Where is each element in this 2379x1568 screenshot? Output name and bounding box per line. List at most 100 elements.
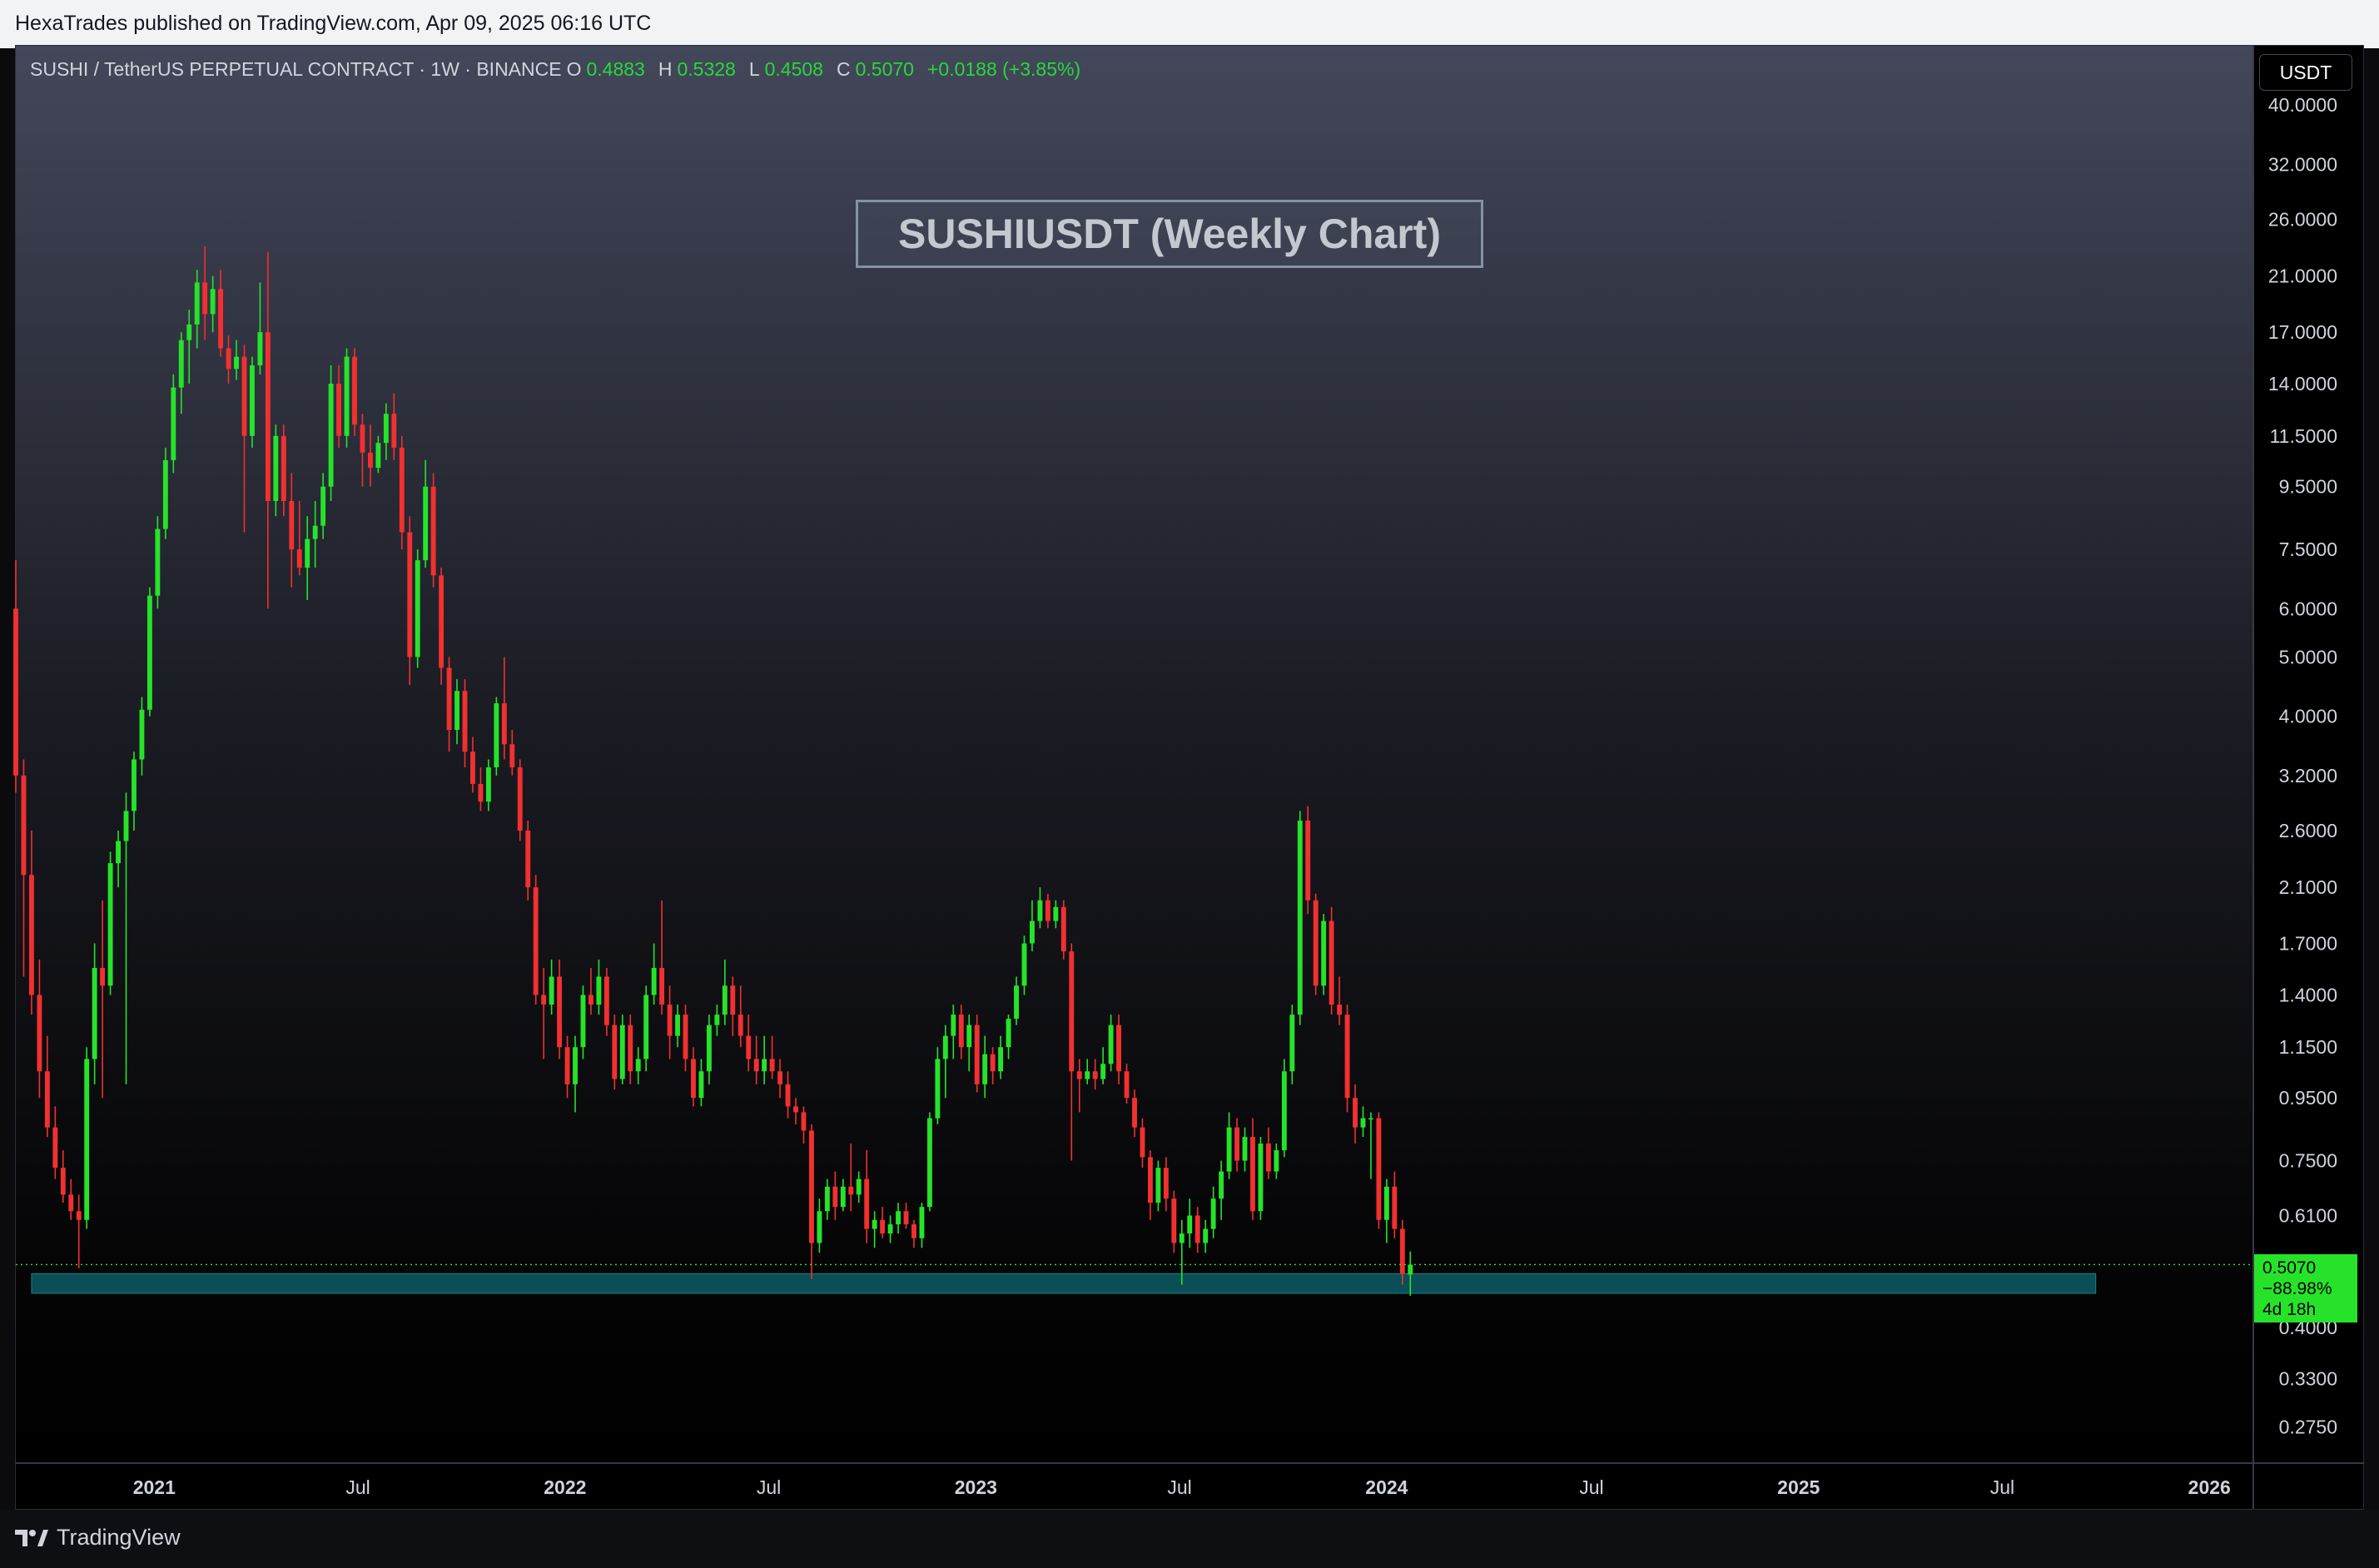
candle-body <box>305 538 310 568</box>
currency-button[interactable]: USDT <box>2259 54 2352 91</box>
candle[interactable] <box>352 348 357 436</box>
candle-body <box>1100 1064 1106 1079</box>
candle[interactable] <box>643 985 649 1072</box>
y-tick-label: 32.0000 <box>2268 153 2337 175</box>
candle-body <box>856 1178 862 1195</box>
y-tick-label: 0.3300 <box>2279 1367 2337 1389</box>
y-tick-label: 0.7500 <box>2279 1150 2337 1172</box>
candle-body <box>533 887 539 995</box>
candle-body <box>903 1211 909 1225</box>
candle-body <box>186 324 192 340</box>
candle[interactable] <box>147 587 152 717</box>
candle-body <box>714 1015 720 1025</box>
candle[interactable] <box>250 356 255 448</box>
candle[interactable] <box>328 365 334 501</box>
x-tick-label: 2026 <box>2188 1476 2231 1498</box>
candle-body <box>809 1130 814 1243</box>
candle[interactable] <box>1297 811 1303 1025</box>
candle[interactable] <box>1305 806 1311 915</box>
candle[interactable] <box>612 1015 618 1090</box>
candle-body <box>344 356 350 436</box>
candle-body <box>557 976 563 1048</box>
candle-body <box>1226 1127 1232 1172</box>
candle-body <box>848 1186 854 1195</box>
candle[interactable] <box>517 759 523 841</box>
tradingview-brand: TradingView <box>57 1525 181 1550</box>
candle[interactable] <box>1313 893 1319 995</box>
candle-body <box>817 1211 822 1243</box>
high-value: 0.5328 <box>677 58 736 80</box>
candle[interactable] <box>974 1015 980 1093</box>
candle-body <box>596 976 602 1005</box>
candle-body <box>241 356 247 436</box>
candle-body <box>1076 1071 1082 1079</box>
candle-body <box>998 1047 1004 1072</box>
y-tick-label: 6.0000 <box>2279 598 2337 619</box>
candle-body <box>100 968 106 986</box>
candle[interactable] <box>430 473 436 588</box>
candle-body <box>226 348 231 370</box>
candle[interactable] <box>84 1047 90 1229</box>
candle[interactable] <box>155 516 161 609</box>
candle[interactable] <box>926 1112 932 1212</box>
candle-body <box>1234 1127 1239 1161</box>
candle[interactable] <box>1376 1112 1382 1229</box>
x-tick-label: Jul <box>1990 1476 2014 1498</box>
y-tick-label: 1.4000 <box>2279 984 2337 1005</box>
candle-body <box>982 1054 988 1084</box>
candle-body <box>525 831 531 888</box>
candle-body <box>210 289 216 315</box>
candle-body <box>202 282 208 315</box>
candle[interactable] <box>1329 906 1334 1015</box>
candle[interactable] <box>162 447 168 539</box>
candle-body <box>273 435 279 501</box>
candle[interactable] <box>1344 1005 1350 1113</box>
candle[interactable] <box>1281 1059 1287 1158</box>
candle-body <box>573 1047 578 1084</box>
candle-body <box>296 549 302 568</box>
candle[interactable] <box>415 549 420 668</box>
support-zone[interactable] <box>31 1273 2097 1294</box>
y-tick-label: 0.2750 <box>2279 1417 2337 1438</box>
candle-body <box>1187 1215 1193 1234</box>
y-tick-label: 3.2000 <box>2279 765 2337 786</box>
tradingview-logo[interactable]: TradingView <box>15 1525 181 1551</box>
x-tick-label: Jul <box>345 1476 370 1498</box>
candle[interactable] <box>1321 914 1327 995</box>
candle[interactable] <box>439 568 445 686</box>
candle-body <box>722 985 728 1015</box>
candle-body <box>76 1211 82 1220</box>
candle-body <box>872 1219 877 1229</box>
candle-body <box>635 1059 641 1072</box>
candle-body <box>194 282 200 325</box>
candle-body <box>1219 1171 1224 1199</box>
candle-body <box>974 1025 980 1084</box>
candle[interactable] <box>1060 900 1066 960</box>
candle-body <box>328 384 334 487</box>
candle-body <box>762 1059 767 1072</box>
candle[interactable] <box>344 348 350 448</box>
x-tick-label: 2022 <box>544 1476 586 1498</box>
candle-body <box>793 1106 798 1113</box>
candle[interactable] <box>1258 1137 1264 1220</box>
candle-body <box>628 1025 633 1072</box>
symbol-name[interactable]: SUSHI / TetherUS PERPETUAL CONTRACT · 1W… <box>30 58 562 81</box>
candle[interactable] <box>171 374 176 474</box>
candle[interactable] <box>107 851 113 995</box>
candle-body <box>1258 1143 1264 1212</box>
candle-body <box>132 759 137 811</box>
candle-body <box>832 1186 838 1208</box>
chart-title[interactable]: SUSHIUSDT (Weekly Chart) <box>856 200 1483 268</box>
candle-body <box>935 1059 941 1119</box>
tradingview-logo-icon <box>15 1529 48 1546</box>
candle-body <box>824 1186 830 1212</box>
x-tick-label: Jul <box>1579 1476 1603 1498</box>
candle-body <box>541 995 547 1005</box>
candle-body <box>68 1194 74 1212</box>
candle-body <box>155 528 161 596</box>
candle[interactable] <box>619 1015 625 1084</box>
candle-body <box>439 575 445 668</box>
candle-body <box>352 356 357 425</box>
candle[interactable] <box>533 875 539 1005</box>
candle[interactable] <box>494 697 499 776</box>
